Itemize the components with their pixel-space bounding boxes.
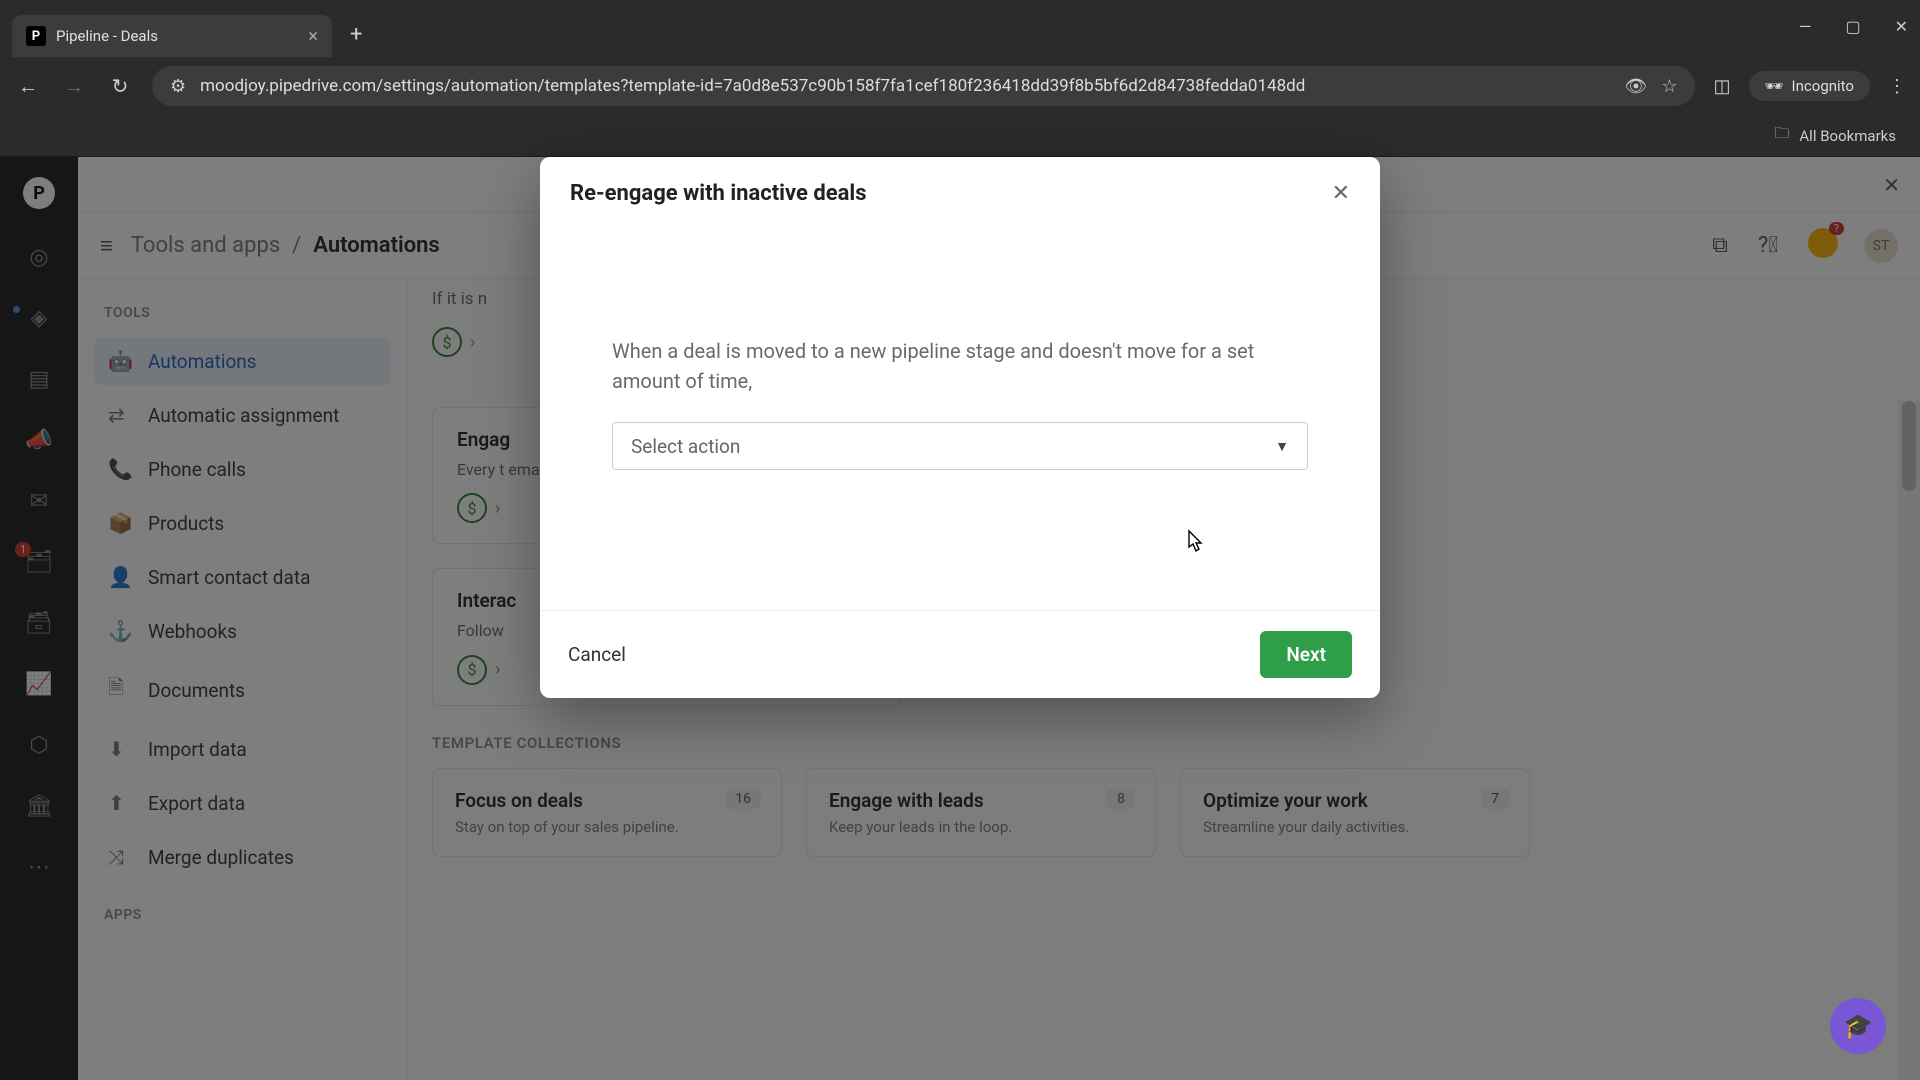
all-bookmarks-link[interactable]: All Bookmarks	[1799, 127, 1896, 145]
caret-down-icon: ▼	[1275, 438, 1289, 455]
eye-off-icon[interactable]: 👁	[1624, 76, 1647, 97]
bookmark-star-icon[interactable]: ☆	[1661, 76, 1677, 97]
forward-button: →	[60, 74, 88, 99]
maximize-icon[interactable]: ▢	[1845, 17, 1860, 36]
tab-close-icon[interactable]: ×	[308, 26, 318, 47]
browser-tab-strip: P Pipeline - Deals × + — ▢ ✕	[0, 0, 1920, 57]
incognito-indicator[interactable]: 🕶 Incognito	[1749, 71, 1871, 101]
bookmarks-bar: 🗀 All Bookmarks	[0, 115, 1920, 157]
window-controls: — ▢ ✕	[1799, 17, 1908, 36]
side-panel-icon[interactable]: ◫	[1713, 76, 1730, 97]
browser-menu-icon[interactable]: ⋮	[1888, 76, 1906, 97]
help-fab[interactable]: 🎓	[1830, 998, 1886, 1054]
browser-tab[interactable]: P Pipeline - Deals ×	[12, 15, 332, 57]
select-action-dropdown[interactable]: Select action ▼	[612, 422, 1308, 470]
new-tab-button[interactable]: +	[350, 22, 362, 47]
modal-title: Re-engage with inactive deals	[570, 181, 1332, 206]
modal-prompt-text: When a deal is moved to a new pipeline s…	[612, 336, 1308, 396]
modal-header: Re-engage with inactive deals ✕	[540, 157, 1380, 226]
modal-footer: Cancel Next	[540, 610, 1380, 698]
next-button[interactable]: Next	[1260, 631, 1352, 678]
reload-button[interactable]: ↻	[106, 74, 134, 98]
close-window-icon[interactable]: ✕	[1895, 17, 1908, 36]
back-button[interactable]: ←	[14, 74, 42, 99]
modal-close-icon[interactable]: ✕	[1332, 181, 1350, 206]
folder-icon: 🗀	[1774, 123, 1789, 148]
reengage-modal: Re-engage with inactive deals ✕ When a d…	[540, 157, 1380, 698]
select-placeholder: Select action	[631, 435, 740, 458]
tab-title: Pipeline - Deals	[56, 27, 298, 45]
modal-body: When a deal is moved to a new pipeline s…	[540, 226, 1380, 610]
graduation-cap-icon: 🎓	[1843, 1012, 1873, 1040]
incognito-icon: 🕶	[1765, 77, 1784, 95]
minimize-icon[interactable]: —	[1799, 17, 1812, 36]
url-text: moodjoy.pipedrive.com/settings/automatio…	[200, 76, 1610, 96]
address-bar[interactable]: ⚙ moodjoy.pipedrive.com/settings/automat…	[152, 66, 1695, 106]
cancel-button[interactable]: Cancel	[568, 643, 626, 666]
site-settings-icon[interactable]: ⚙	[170, 76, 186, 97]
address-bar-row: ← → ↻ ⚙ moodjoy.pipedrive.com/settings/a…	[0, 57, 1920, 115]
incognito-label: Incognito	[1792, 77, 1854, 95]
tab-favicon: P	[26, 26, 46, 46]
